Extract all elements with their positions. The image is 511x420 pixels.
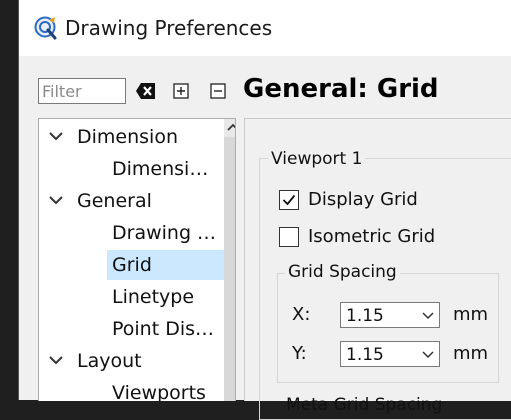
- meta-grid-spacing-title: Meta Grid Spacing: [286, 395, 443, 415]
- tree-item-label: General: [77, 190, 152, 212]
- isometric-grid-checkbox[interactable]: Isometric Grid: [279, 226, 435, 247]
- grid-spacing-y-combo[interactable]: 1.15: [340, 341, 440, 367]
- tree-item-dimension-child[interactable]: Dimensi…: [39, 154, 224, 184]
- app-icon: [34, 16, 58, 40]
- collapse-all-button[interactable]: [210, 83, 226, 103]
- collapse-all-icon: [210, 83, 226, 99]
- section-title: General: Grid: [243, 74, 439, 104]
- tree-item-layout[interactable]: Layout: [39, 346, 224, 376]
- display-grid-checkbox[interactable]: Display Grid: [279, 189, 418, 210]
- grid-settings-panel: Viewport 1 Display Grid Isometric Grid G…: [244, 118, 511, 420]
- clear-icon: [136, 83, 155, 99]
- drawing-preferences-window: Drawing Preferences General: Grid Dimens…: [18, 0, 511, 420]
- preferences-tree: Dimension Dimensi… General Drawing … Gri…: [38, 118, 236, 401]
- y-label: Y:: [292, 343, 307, 364]
- tree-item-label: Viewports: [112, 382, 206, 401]
- filter-toolbar: [38, 76, 126, 106]
- tree-item-label: Layout: [77, 350, 142, 372]
- tree-item-label: Dimensi…: [112, 158, 209, 180]
- viewport-title: Viewport 1: [268, 149, 366, 169]
- tree-item-label: Grid: [112, 254, 152, 276]
- tree-item-grid[interactable]: Grid: [107, 250, 224, 280]
- tree-item-label: Linetype: [112, 286, 195, 308]
- isometric-grid-label: Isometric Grid: [308, 226, 436, 247]
- tree-item-viewports[interactable]: Viewports: [39, 378, 224, 401]
- tree-item-label: Dimension: [77, 126, 178, 148]
- expand-all-button[interactable]: [173, 83, 189, 103]
- title-bar: Drawing Preferences: [19, 0, 511, 56]
- y-value: 1.15: [346, 345, 384, 365]
- grid-spacing-title: Grid Spacing: [285, 262, 400, 282]
- tree-item-label: Drawing …: [112, 222, 217, 244]
- tree-item-dimension[interactable]: Dimension: [39, 122, 224, 152]
- expand-all-icon: [173, 83, 189, 99]
- tree-item-drawing[interactable]: Drawing …: [39, 218, 224, 248]
- tree-item-general[interactable]: General: [39, 186, 224, 216]
- scroll-up-button[interactable]: [224, 119, 235, 137]
- tree-item-linetype[interactable]: Linetype: [39, 282, 224, 312]
- tree-item-point-display[interactable]: Point Dis…: [39, 314, 224, 344]
- checkbox-box[interactable]: [279, 189, 299, 210]
- chevron-down-icon: [422, 312, 434, 320]
- checkmark-icon: [282, 194, 296, 205]
- grid-spacing-x-combo[interactable]: 1.15: [340, 302, 440, 328]
- chevron-up-icon: [227, 123, 235, 131]
- y-unit: mm: [453, 343, 489, 364]
- x-unit: mm: [453, 304, 489, 325]
- x-value: 1.15: [346, 306, 384, 326]
- display-grid-label: Display Grid: [308, 189, 418, 210]
- tree-item-label: Point Dis…: [112, 318, 215, 340]
- window-title: Drawing Preferences: [65, 16, 273, 40]
- filter-input[interactable]: [38, 78, 126, 104]
- chevron-down-icon: [46, 186, 66, 216]
- chevron-down-icon: [46, 122, 66, 152]
- checkbox-box[interactable]: [279, 226, 299, 247]
- chevron-down-icon: [422, 351, 434, 359]
- x-label: X:: [292, 304, 311, 325]
- clear-filter-button[interactable]: [135, 82, 157, 104]
- tree-scrollbar[interactable]: [224, 119, 235, 401]
- chevron-down-icon: [46, 346, 66, 376]
